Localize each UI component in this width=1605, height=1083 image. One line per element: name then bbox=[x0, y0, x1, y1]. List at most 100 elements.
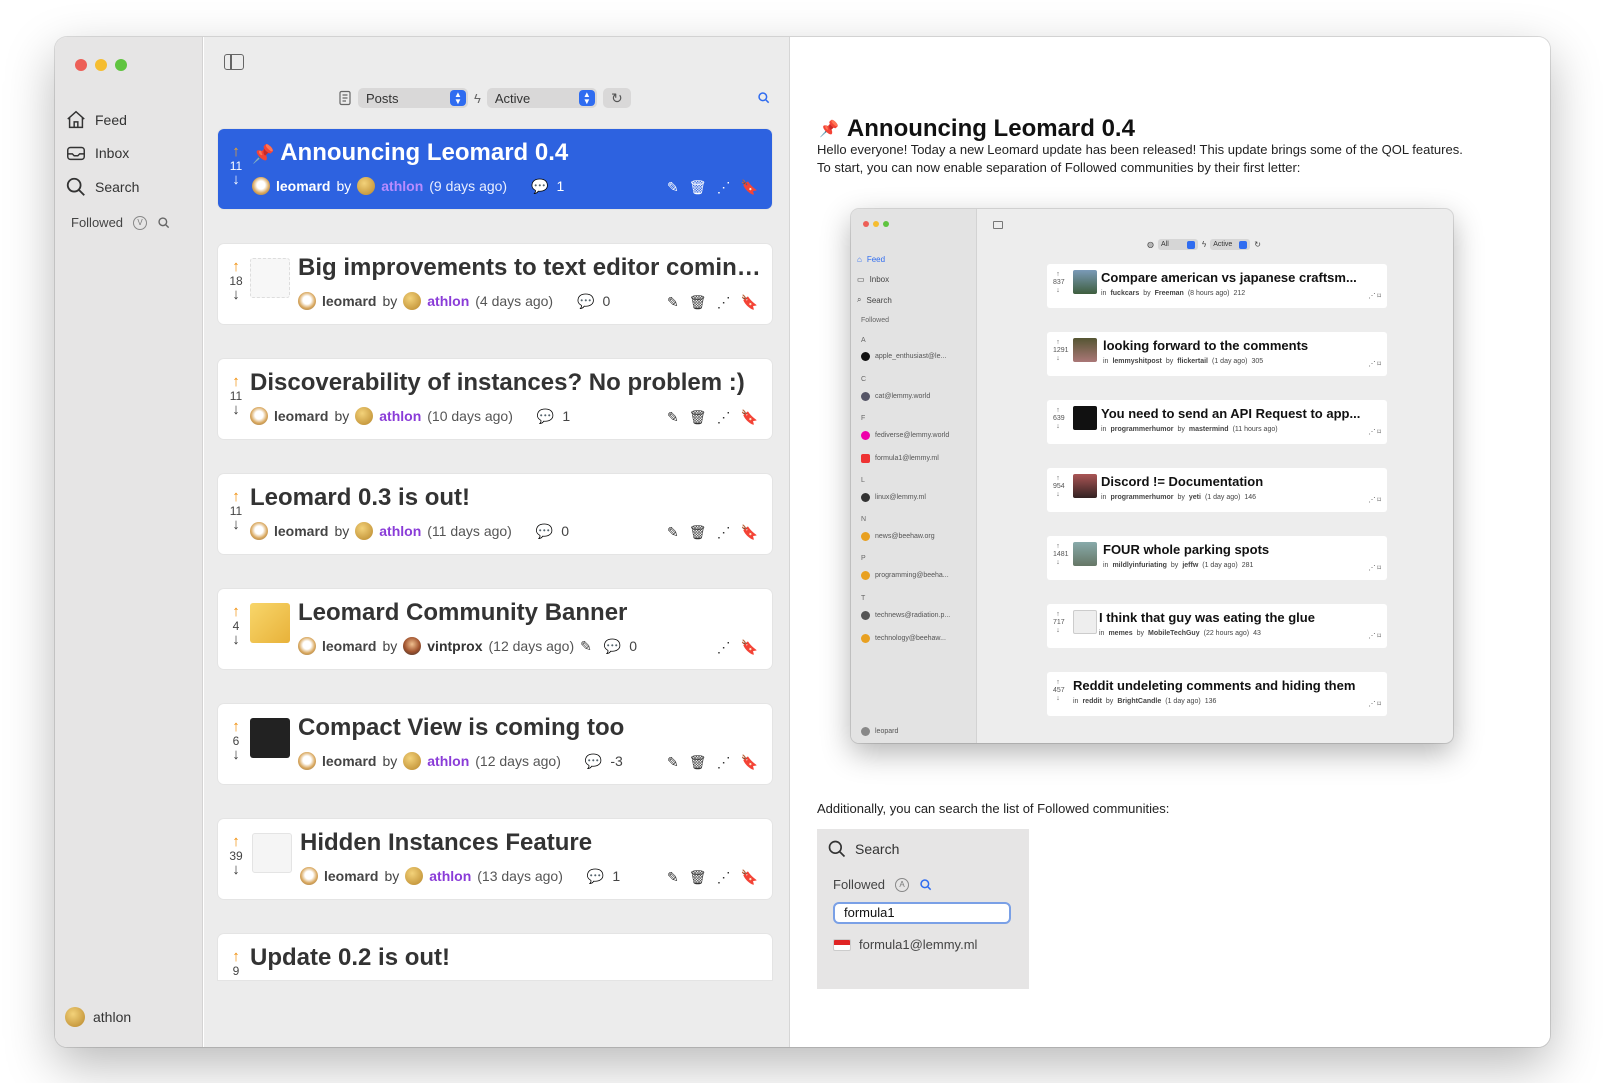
post-title[interactable]: Big improvements to text editor coming s… bbox=[298, 254, 764, 282]
comment-count[interactable]: 💬 0 bbox=[577, 293, 610, 310]
sort-letters-icon[interactable]: V bbox=[133, 215, 148, 230]
post-title[interactable]: Compact View is coming too bbox=[298, 714, 764, 742]
sidebar-item-inbox[interactable]: Inbox bbox=[65, 142, 129, 164]
comment-count[interactable]: 💬 1 bbox=[587, 868, 620, 885]
creator-name[interactable]: athlon bbox=[379, 523, 421, 539]
post-thumbnail[interactable] bbox=[250, 603, 290, 643]
trash-icon[interactable]: 🗑 bbox=[689, 524, 707, 541]
post-title[interactable]: Hidden Instances Feature bbox=[300, 829, 764, 857]
edit-icon[interactable]: ✎ bbox=[580, 638, 592, 655]
post-thumbnail[interactable] bbox=[252, 833, 292, 873]
current-user[interactable]: athlon bbox=[65, 1007, 131, 1027]
post-actions: ✎ 🗑 ⋰ 🔖 bbox=[667, 409, 758, 426]
upvote-icon[interactable]: ↑ bbox=[228, 719, 244, 734]
downvote-icon[interactable]: ↓ bbox=[228, 402, 244, 417]
trash-icon[interactable]: 🗑 bbox=[689, 869, 707, 886]
post-row[interactable]: ↑ 9 Update 0.2 is out! bbox=[218, 934, 772, 980]
embedded-followed: Followed bbox=[861, 317, 890, 324]
share-icon[interactable]: ⋰ bbox=[717, 179, 731, 196]
content-type-select[interactable]: Posts ▲ ▼ bbox=[358, 88, 468, 108]
share-icon[interactable]: ⋰ bbox=[717, 754, 731, 771]
edit-icon[interactable]: ✎ bbox=[667, 179, 679, 196]
downvote-icon[interactable]: ↓ bbox=[228, 747, 244, 762]
post-row[interactable]: ↑ 39 ↓ Hidden Instances Feature leomard … bbox=[218, 819, 772, 899]
share-icon[interactable]: ⋰ bbox=[717, 869, 731, 886]
post-row[interactable]: ↑ 6 ↓ Compact View is coming too leomard… bbox=[218, 704, 772, 784]
creator-name[interactable]: vintprox bbox=[427, 638, 482, 654]
community-name[interactable]: leomard bbox=[322, 293, 376, 309]
community-name[interactable]: leomard bbox=[274, 523, 328, 539]
community-name[interactable]: leomard bbox=[274, 408, 328, 424]
upvote-icon[interactable]: ↑ bbox=[228, 604, 244, 619]
sidebar-item-feed[interactable]: Feed bbox=[65, 109, 127, 131]
creator-name[interactable]: athlon bbox=[429, 868, 471, 884]
upvote-icon[interactable]: ↑ bbox=[228, 834, 244, 849]
bookmark-icon[interactable]: 🔖 bbox=[741, 524, 758, 541]
trash-icon[interactable]: 🗑 bbox=[689, 409, 707, 426]
post-meta: leomard by athlon (4 days ago) 💬 0 bbox=[298, 292, 610, 310]
edit-icon[interactable]: ✎ bbox=[667, 409, 679, 426]
comment-count[interactable]: 💬 0 bbox=[604, 638, 637, 655]
post-title[interactable]: 📌 Announcing Leomard 0.4 bbox=[252, 139, 732, 167]
upvote-icon[interactable]: ↑ bbox=[228, 144, 244, 159]
sort-select[interactable]: Active ▲ ▼ bbox=[486, 88, 597, 108]
bookmark-icon[interactable]: 🔖 bbox=[741, 754, 758, 771]
bookmark-icon[interactable]: 🔖 bbox=[741, 409, 758, 426]
comment-count[interactable]: 💬 -3 bbox=[585, 753, 623, 770]
downvote-icon[interactable]: ↓ bbox=[228, 632, 244, 647]
community-name[interactable]: leomard bbox=[324, 868, 378, 884]
upvote-icon[interactable]: ↑ bbox=[228, 374, 244, 389]
trash-icon[interactable]: 🗑 bbox=[689, 294, 707, 311]
edit-icon[interactable]: ✎ bbox=[667, 869, 679, 886]
post-title[interactable]: Update 0.2 is out! bbox=[250, 944, 760, 972]
search-icon[interactable] bbox=[757, 91, 771, 105]
edit-icon[interactable]: ✎ bbox=[667, 754, 679, 771]
search-icon[interactable] bbox=[157, 216, 171, 230]
comment-count[interactable]: 💬 1 bbox=[537, 408, 570, 425]
minimize-button[interactable] bbox=[95, 59, 107, 71]
post-title[interactable]: Discoverability of instances? No problem… bbox=[250, 369, 760, 397]
share-icon[interactable]: ⋰ bbox=[717, 294, 731, 311]
edit-icon[interactable]: ✎ bbox=[667, 294, 679, 311]
creator-name[interactable]: athlon bbox=[381, 178, 423, 194]
creator-name[interactable]: athlon bbox=[379, 408, 421, 424]
zoom-button[interactable] bbox=[115, 59, 127, 71]
post-row[interactable]: ↑ 4 ↓ Leomard Community Banner leomard b… bbox=[218, 589, 772, 669]
close-button[interactable] bbox=[75, 59, 87, 71]
post-title[interactable]: Leomard Community Banner bbox=[298, 599, 764, 627]
bookmark-icon[interactable]: 🔖 bbox=[741, 869, 758, 886]
share-icon[interactable]: ⋰ bbox=[717, 639, 731, 656]
trash-icon[interactable]: 🗑 bbox=[689, 754, 707, 771]
upvote-icon[interactable]: ↑ bbox=[228, 489, 244, 504]
refresh-button[interactable]: ↻ bbox=[602, 88, 631, 108]
community-name[interactable]: leomard bbox=[322, 638, 376, 654]
sidebar-item-search[interactable]: Search bbox=[65, 176, 139, 198]
edit-icon[interactable]: ✎ bbox=[667, 524, 679, 541]
post-thumbnail[interactable] bbox=[250, 718, 290, 758]
trash-icon[interactable]: 🗑 bbox=[689, 179, 707, 196]
share-icon[interactable]: ⋰ bbox=[717, 524, 731, 541]
post-thumbnail[interactable] bbox=[250, 258, 290, 298]
downvote-icon[interactable]: ↓ bbox=[228, 287, 244, 302]
share-icon[interactable]: ⋰ bbox=[717, 409, 731, 426]
downvote-icon[interactable]: ↓ bbox=[228, 517, 244, 532]
upvote-icon[interactable]: ↑ bbox=[228, 259, 244, 274]
community-name[interactable]: leomard bbox=[322, 753, 376, 769]
bookmark-icon[interactable]: 🔖 bbox=[741, 294, 758, 311]
comment-count[interactable]: 💬 0 bbox=[536, 523, 569, 540]
bookmark-icon[interactable]: 🔖 bbox=[741, 179, 758, 196]
post-row[interactable]: ↑ 11 ↓ Leomard 0.3 is out! leomard by at… bbox=[218, 474, 772, 554]
downvote-icon[interactable]: ↓ bbox=[228, 172, 244, 187]
community-name[interactable]: leomard bbox=[276, 178, 330, 194]
creator-name[interactable]: athlon bbox=[427, 753, 469, 769]
upvote-icon[interactable]: ↑ bbox=[228, 949, 244, 964]
downvote-icon[interactable]: ↓ bbox=[228, 862, 244, 877]
sidebar-toggle-icon[interactable] bbox=[224, 54, 244, 70]
post-row[interactable]: ↑ 11 ↓ Discoverability of instances? No … bbox=[218, 359, 772, 439]
bookmark-icon[interactable]: 🔖 bbox=[741, 639, 758, 656]
creator-name[interactable]: athlon bbox=[427, 293, 469, 309]
post-row-selected[interactable]: ↑ 11 ↓ 📌 Announcing Leomard 0.4 leomard … bbox=[218, 129, 772, 209]
comment-count[interactable]: 💬 1 bbox=[531, 178, 564, 195]
post-title[interactable]: Leomard 0.3 is out! bbox=[250, 484, 760, 512]
post-row[interactable]: ↑ 18 ↓ Big improvements to text editor c… bbox=[218, 244, 772, 324]
